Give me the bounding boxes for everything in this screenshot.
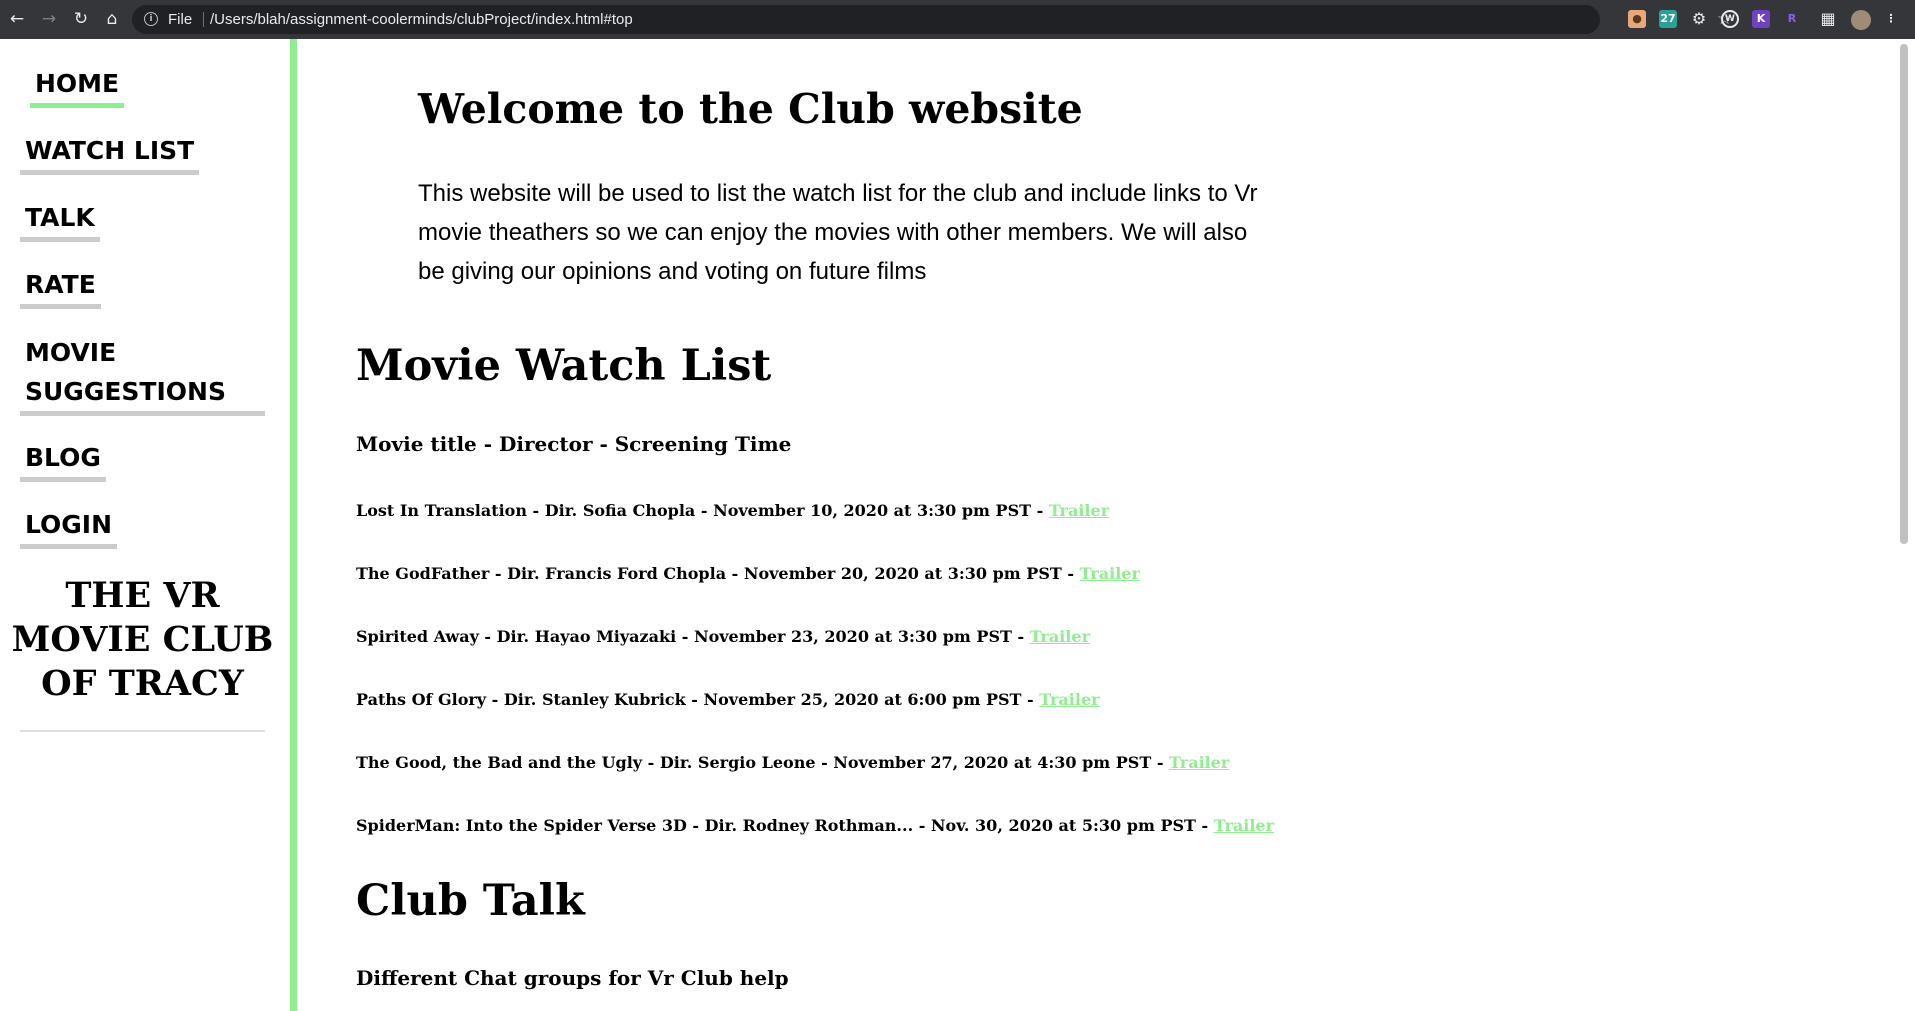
nav-blog[interactable]: BLOG: [20, 438, 106, 482]
nav-login[interactable]: LOGIN: [20, 505, 118, 549]
movie-text: Paths Of Glory - Dir. Stanley Kubrick - …: [356, 690, 1040, 709]
movie-text: The Good, the Bad and the Ugly - Dir. Se…: [356, 753, 1170, 772]
extension-r-icon[interactable]: R: [1783, 10, 1801, 28]
home-icon[interactable]: ⌂: [101, 8, 123, 30]
nav-movie-suggestions[interactable]: MOVIE SUGGESTIONS: [20, 333, 265, 416]
nav-watch-list[interactable]: WATCH LIST: [20, 131, 200, 175]
main-content: Welcome to the Club website This website…: [297, 39, 1893, 1011]
file-label: File: [168, 11, 193, 28]
movie-text: The GodFather - Dir. Francis Ford Chopla…: [356, 564, 1080, 583]
list-item: The GodFather - Dir. Francis Ford Chopla…: [356, 562, 1140, 586]
watch-list-header: Movie title - Director - Screening Time: [356, 432, 792, 456]
trailer-link[interactable]: Trailer: [1049, 501, 1109, 520]
reload-icon[interactable]: ↻: [70, 8, 92, 30]
extension-face-icon[interactable]: ●: [1628, 10, 1646, 28]
list-item: Lost In Translation - Dir. Sofia Chopla …: [356, 499, 1109, 523]
extension-gear-icon[interactable]: ⚙: [1690, 10, 1708, 28]
club-talk-title: Club Talk: [356, 876, 585, 926]
browser-toolbar: ← → ↻ ⌂ i File /Users/blah/assignment-co…: [0, 0, 1915, 39]
separator: [203, 12, 204, 27]
watch-list-title: Movie Watch List: [356, 341, 772, 391]
scrollbar-thumb[interactable]: [1900, 44, 1908, 544]
trailer-link[interactable]: Trailer: [1039, 690, 1099, 709]
list-item: Spirited Away - Dir. Hayao Miyazaki - No…: [356, 625, 1090, 649]
list-item: Paths Of Glory - Dir. Stanley Kubrick - …: [356, 688, 1100, 712]
extension-calendar-icon[interactable]: 27: [1659, 10, 1677, 28]
list-item: SpiderMan: Into the Spider Verse 3D - Di…: [356, 814, 1274, 838]
trailer-link[interactable]: Trailer: [1169, 753, 1229, 772]
address-bar[interactable]: i File /Users/blah/assignment-coolermind…: [132, 5, 1732, 34]
divider: [20, 730, 265, 732]
nav-home[interactable]: HOME: [30, 64, 125, 108]
movie-text: Lost In Translation - Dir. Sofia Chopla …: [356, 501, 1049, 520]
menu-icon[interactable]: ⋮: [1882, 10, 1900, 28]
club-talk-header: Different Chat groups for Vr Club help: [356, 966, 789, 990]
url-text[interactable]: /Users/blah/assignment-coolerminds/clubP…: [210, 10, 633, 29]
extension-w-icon[interactable]: W: [1721, 10, 1739, 28]
club-name: THE VR MOVIE CLUB OF TRACY: [11, 575, 274, 704]
extension-k-icon[interactable]: K: [1752, 10, 1770, 28]
trailer-link[interactable]: Trailer: [1030, 627, 1090, 646]
nav-talk[interactable]: TALK: [20, 198, 100, 242]
avatar[interactable]: [1851, 10, 1871, 30]
movie-text: SpiderMan: Into the Spider Verse 3D - Di…: [356, 816, 1214, 835]
trailer-link[interactable]: Trailer: [1080, 564, 1140, 583]
nav-rate[interactable]: RATE: [20, 265, 101, 309]
trailer-link[interactable]: Trailer: [1214, 816, 1274, 835]
list-item: The Good, the Bad and the Ugly - Dir. Se…: [356, 751, 1229, 775]
back-arrow-icon[interactable]: ←: [6, 8, 28, 30]
info-icon[interactable]: i: [144, 12, 158, 26]
welcome-title: Welcome to the Club website: [418, 85, 1083, 133]
sidebar: HOME WATCH LIST TALK RATE MOVIE SUGGESTI…: [0, 39, 297, 1011]
forward-arrow-icon[interactable]: →: [38, 8, 60, 30]
puzzle-icon[interactable]: ▦: [1819, 10, 1837, 28]
welcome-text: This website will be used to list the wa…: [418, 180, 1258, 285]
movie-text: Spirited Away - Dir. Hayao Miyazaki - No…: [356, 627, 1030, 646]
scrollbar[interactable]: [1893, 39, 1915, 1011]
